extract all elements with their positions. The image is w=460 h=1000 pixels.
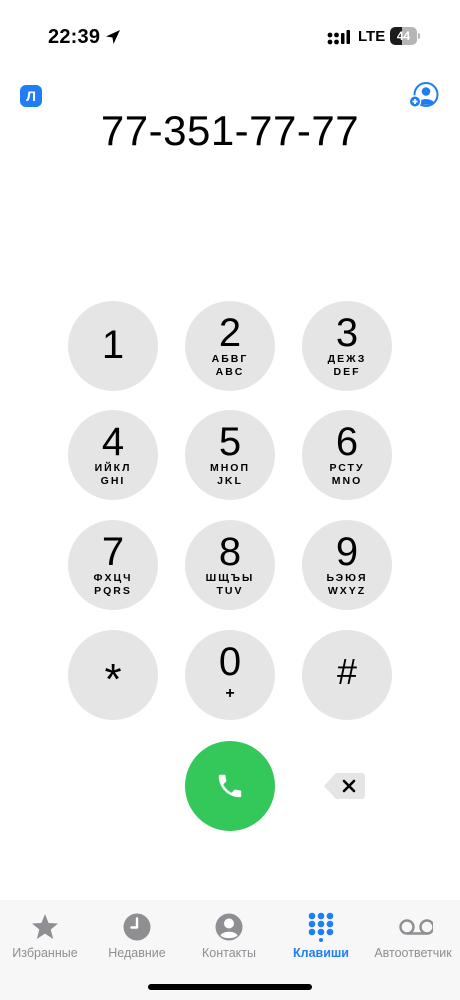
delete-backspace-icon[interactable] [322,772,366,800]
key-3[interactable]: 3 ДЕЖЗ DEF [302,301,392,391]
key-digit: 5 [218,420,242,464]
key-digit: * [104,655,122,704]
status-time: 22:39 [48,26,101,48]
key-letters-cyrillic: ЬЭЮЯ [326,572,368,584]
key-2[interactable]: 2 АБВГ ABC [185,301,275,391]
key-0[interactable]: 0 + [185,630,275,720]
key-8[interactable]: 8 ШЩЪЫ TUV [185,520,275,610]
key-letters-latin: PQRS [94,585,132,597]
key-letters-cyrillic: ДЕЖЗ [327,353,367,365]
home-indicator[interactable] [148,984,312,990]
key-digit: 3 [335,311,359,355]
key-digit: 7 [101,530,125,574]
key-letters-latin: WXYZ [327,585,367,597]
key-digit: # [336,651,358,692]
network-type-label: LTE [358,28,386,45]
key-letters-cyrillic: ИЙКЛ [94,462,132,474]
key-4[interactable]: 4 ИЙКЛ GHI [68,410,158,500]
key-letters-latin: ABC [215,366,245,378]
phone-icon [218,774,242,798]
location-arrow-icon [106,30,120,44]
dialed-number-display: 77-351-77-77 [100,107,360,154]
key-hash[interactable]: # [302,630,392,720]
keypad-icon [308,912,334,942]
key-digit: 6 [335,420,359,464]
key-letters-cyrillic: ФХЦЧ [93,572,133,584]
key-digit: 2 [218,311,242,355]
key-6[interactable]: 6 РСТУ MNO [302,410,392,500]
clock-icon [123,913,151,941]
key-letters-latin: GHI [100,475,126,487]
key-digit: 8 [218,530,242,574]
person-circle-icon [215,913,243,941]
key-digit: 4 [101,420,125,464]
key-1[interactable]: 1 [68,301,158,391]
key-letters-cyrillic: РСТУ [329,462,365,474]
key-digit: 0 [218,640,242,684]
key-letters-cyrillic: АБВГ [211,353,249,365]
key-9[interactable]: 9 ЬЭЮЯ WXYZ [302,520,392,610]
key-plus-label: + [225,685,235,702]
key-letters-cyrillic: ШЩЪЫ [205,572,255,584]
key-letters-latin: MNO [331,475,363,487]
call-button[interactable] [185,741,275,831]
battery-level-text: 44 [396,29,411,43]
key-letters-cyrillic: МНОП [209,462,251,474]
voicemail-icon [399,919,433,935]
key-letters-latin: JKL [217,475,243,487]
cellular-signal-icon [327,30,350,45]
language-badge[interactable]: Л [20,85,42,107]
key-star[interactable]: * [68,630,158,720]
battery-indicator: 44 [390,27,420,45]
tab-label: Автоответчик [374,946,452,960]
key-digit: 9 [335,530,359,574]
key-letters-latin: TUV [216,585,244,597]
tab-voicemail[interactable]: Автоответчик [365,908,460,968]
star-icon [32,914,58,939]
key-letters-latin: DEF [333,366,361,378]
key-5[interactable]: 5 МНОП JKL [185,410,275,500]
key-digit: 1 [101,323,125,367]
key-7[interactable]: 7 ФХЦЧ PQRS [68,520,158,610]
status-bar: 22:39 LTE 44 [0,0,460,60]
